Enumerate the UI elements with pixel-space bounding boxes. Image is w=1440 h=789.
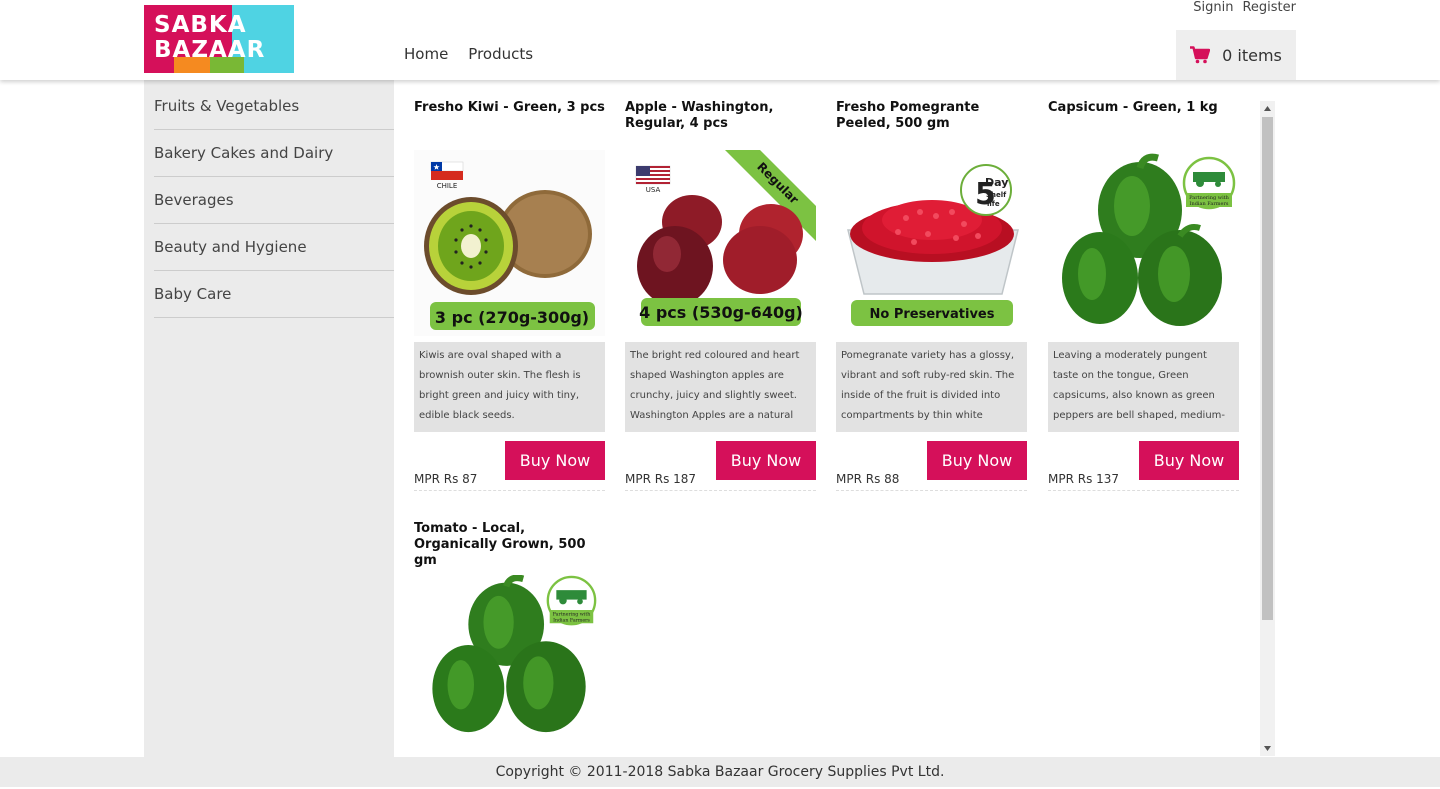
sidebar-item-fruits-vegetables[interactable]: Fruits & Vegetables xyxy=(154,80,394,130)
product-card: Fresho Pomegrante Peeled, 500 gm 5 Day S… xyxy=(836,100,1027,491)
card-divider xyxy=(836,490,1027,491)
auth-links: Signin Register xyxy=(1193,0,1296,15)
product-card: Capsicum - Green, 1 kg Partnering with I… xyxy=(1048,100,1239,491)
sidebar-item-baby-care[interactable]: Baby Care xyxy=(154,271,394,318)
apple-product-image[interactable]: Regular USA 4 pcs (530g-640g) xyxy=(625,150,816,336)
product-title: Capsicum - Green, 1 kg xyxy=(1048,100,1218,115)
buy-now-button[interactable]: Buy Now xyxy=(716,441,816,480)
shelf-life-shelf: Shelf xyxy=(986,191,1007,199)
nav-products-link[interactable]: Products xyxy=(468,45,533,63)
buy-now-button[interactable]: Buy Now xyxy=(927,441,1027,480)
logo-text-line1: SABKA xyxy=(154,12,247,38)
site-header: SABKA BAZAAR Home Products Signin Regist… xyxy=(0,0,1440,80)
card-divider xyxy=(414,490,605,491)
farmer-badge-line2: Indian Farmers xyxy=(1190,201,1229,207)
farmer-badge-line1: Partnering with xyxy=(553,612,591,618)
image-badge-text: No Preservatives xyxy=(869,307,994,322)
sidebar-item-beauty-hygiene[interactable]: Beauty and Hygiene xyxy=(154,224,394,271)
register-link[interactable]: Register xyxy=(1242,0,1296,15)
product-description: The bright red coloured and heart shaped… xyxy=(625,342,816,432)
shelf-life-day: Day xyxy=(985,176,1008,189)
logo-text: SABKA BAZAAR xyxy=(154,13,265,63)
image-badge-text: 3 pc (270g-300g) xyxy=(435,308,589,327)
product-description: Kiwis are oval shaped with a brownish ou… xyxy=(414,342,605,432)
signin-link[interactable]: Signin xyxy=(1193,0,1233,15)
product-grid-scrollbar[interactable] xyxy=(1260,101,1275,756)
product-card: Apple - Washington, Regular, 4 pcs Regul… xyxy=(625,100,816,491)
kiwi-product-image[interactable]: CHILE 3 pc (270g-300g) xyxy=(414,150,605,336)
capsicum-product-image[interactable]: Partnering with Indian Farmers xyxy=(1048,150,1239,336)
product-description: Pomegranate variety has a glossy, vibran… xyxy=(836,342,1027,432)
category-sidebar: Fruits & Vegetables Bakery Cakes and Dai… xyxy=(144,80,394,757)
logo-text-line2: BAZAAR xyxy=(154,37,266,63)
sidebar-item-beverages[interactable]: Beverages xyxy=(154,177,394,224)
sidebar-item-bakery-cakes-dairy[interactable]: Bakery Cakes and Dairy xyxy=(154,130,394,177)
product-card: Fresho Kiwi - Green, 3 pcs CHILE 3 pc (2… xyxy=(414,100,605,491)
tomato-product-image[interactable]: Partnering with Indian Farmers xyxy=(414,575,605,751)
category-list: Fruits & Vegetables Bakery Cakes and Dai… xyxy=(144,80,394,318)
cart-icon xyxy=(1190,46,1211,64)
image-badge-text: 4 pcs (530g-640g) xyxy=(639,303,803,322)
card-divider xyxy=(1048,490,1239,491)
product-description: Leaving a moderately pungent taste on th… xyxy=(1048,342,1239,432)
product-price: MPR Rs 87 xyxy=(414,472,478,486)
product-card: Tomato - Local, Organically Grown, 500 g… xyxy=(414,521,605,751)
scroll-down-arrow-icon[interactable] xyxy=(1260,741,1275,756)
product-title: Fresho Kiwi - Green, 3 pcs xyxy=(414,100,605,115)
cart-button[interactable]: 0 items xyxy=(1176,30,1296,80)
flag-label: CHILE xyxy=(437,182,458,190)
pomegranate-product-image[interactable]: 5 Day Shelf life No Preservatives xyxy=(836,150,1027,336)
buy-now-button[interactable]: Buy Now xyxy=(505,441,605,480)
nav-home-link[interactable]: Home xyxy=(404,45,448,63)
copyright-text: Copyright © 2011-2018 Sabka Bazaar Groce… xyxy=(495,764,945,780)
farmer-badge-line2: Indian Farmers xyxy=(553,617,590,623)
flag-label: USA xyxy=(646,186,661,194)
scroll-up-arrow-icon[interactable] xyxy=(1260,101,1275,116)
buy-now-button[interactable]: Buy Now xyxy=(1139,441,1239,480)
card-divider xyxy=(625,490,816,491)
product-title: Tomato - Local, Organically Grown, 500 g… xyxy=(414,521,586,568)
product-price: MPR Rs 88 xyxy=(836,472,900,486)
main-nav: Home Products xyxy=(404,45,533,63)
site-footer: Copyright © 2011-2018 Sabka Bazaar Groce… xyxy=(0,757,1440,787)
product-title: Fresho Pomegrante Peeled, 500 gm xyxy=(836,100,980,131)
product-title: Apple - Washington, Regular, 4 pcs xyxy=(625,100,774,131)
product-price: MPR Rs 137 xyxy=(1048,472,1120,486)
product-grid: Fresho Kiwi - Green, 3 pcs CHILE 3 pc (2… xyxy=(394,80,1276,757)
cart-item-count: 0 items xyxy=(1222,45,1282,65)
scrollbar-thumb[interactable] xyxy=(1262,117,1273,620)
sabka-bazaar-logo[interactable]: SABKA BAZAAR xyxy=(144,5,294,73)
shelf-life-life: life xyxy=(987,200,1000,208)
product-price: MPR Rs 187 xyxy=(625,472,697,486)
